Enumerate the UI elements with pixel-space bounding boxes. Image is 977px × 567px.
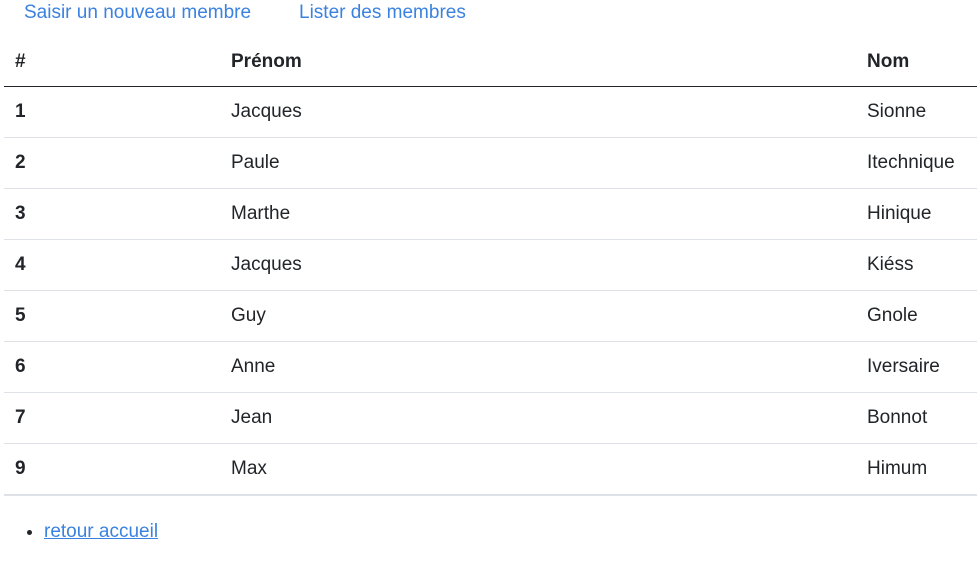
cell-id: 5 <box>4 290 220 342</box>
cell-id: 6 <box>4 341 220 393</box>
cell-nom: Himum <box>856 443 977 496</box>
cell-id: 9 <box>4 443 220 496</box>
cell-id: 2 <box>4 137 220 189</box>
column-header-prenom: Prénom <box>220 37 856 87</box>
cell-prenom: Marthe <box>220 188 856 240</box>
cell-id: 3 <box>4 188 220 240</box>
table-row: 2 Paule Itechnique <box>4 137 977 189</box>
cell-nom: Gnole <box>856 290 977 342</box>
nav-link-new-member[interactable]: Saisir un nouveau membre <box>24 2 251 24</box>
column-header-nom: Nom <box>856 37 977 87</box>
table-row: 7 Jean Bonnot <box>4 392 977 444</box>
cell-nom: Kiéss <box>856 239 977 291</box>
cell-prenom: Paule <box>220 137 856 189</box>
home-link[interactable]: retour accueil <box>44 521 158 542</box>
list-item: retour accueil <box>44 518 158 546</box>
cell-nom: Hinique <box>856 188 977 240</box>
cell-nom: Itechnique <box>856 137 977 189</box>
nav-link-list-members[interactable]: Lister des membres <box>299 2 466 24</box>
cell-nom: Sionne <box>856 86 977 138</box>
cell-id: 4 <box>4 239 220 291</box>
table-row: 1 Jacques Sionne <box>4 86 977 138</box>
top-navigation: Saisir un nouveau membre Lister des memb… <box>0 0 977 28</box>
cell-prenom: Jacques <box>220 86 856 138</box>
cell-id: 1 <box>4 86 220 138</box>
table-row: 5 Guy Gnole <box>4 290 977 342</box>
cell-prenom: Jacques <box>220 239 856 291</box>
cell-nom: Iversaire <box>856 341 977 393</box>
cell-prenom: Max <box>220 443 856 496</box>
footer-links: retour accueil <box>0 518 158 546</box>
table-row: 3 Marthe Hinique <box>4 188 977 240</box>
table-row: 4 Jacques Kiéss <box>4 239 977 291</box>
table-header: # Prénom Nom <box>4 37 977 87</box>
table-row: 9 Max Himum <box>4 443 977 496</box>
cell-id: 7 <box>4 392 220 444</box>
cell-nom: Bonnot <box>856 392 977 444</box>
table-header-row: # Prénom Nom <box>4 37 977 87</box>
cell-prenom: Anne <box>220 341 856 393</box>
column-header-number: # <box>4 37 220 87</box>
members-table: # Prénom Nom 1 Jacques Sionne 2 Paule It… <box>4 37 977 496</box>
table-body: 1 Jacques Sionne 2 Paule Itechnique 3 Ma… <box>4 86 977 496</box>
cell-prenom: Jean <box>220 392 856 444</box>
table-row: 6 Anne Iversaire <box>4 341 977 393</box>
cell-prenom: Guy <box>220 290 856 342</box>
